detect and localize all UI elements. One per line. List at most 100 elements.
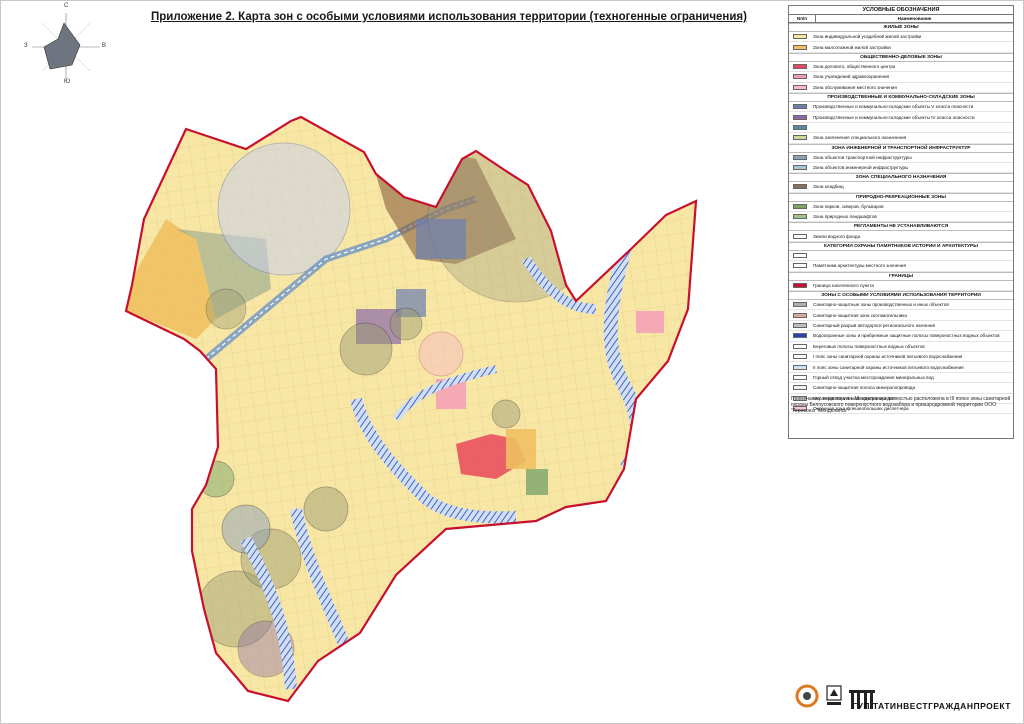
footer: ГУП ТАТИНВЕСТГРАЖДАНПРОЕКТ bbox=[791, 684, 1017, 716]
legend-item: Санитарный разрыв автодороги регионально… bbox=[789, 321, 1013, 332]
legend-body: ЖИЛЫЕ ЗОНЫ Зона индивидуальной усадебной … bbox=[789, 23, 1013, 415]
legend-swatch bbox=[793, 124, 807, 130]
legend-swatch bbox=[793, 333, 807, 339]
legend-swatch bbox=[793, 302, 807, 308]
compass-east-label: В bbox=[102, 43, 107, 49]
legend-swatch bbox=[793, 74, 807, 80]
legend-item-label: Памятники архитектуры местного значения bbox=[813, 263, 906, 269]
legend-item: Зона парков, скверов, бульваров bbox=[789, 202, 1013, 213]
legend-item: Санитарно-защитная зона скотомогильника bbox=[789, 310, 1013, 321]
wind-rose-icon bbox=[32, 13, 100, 81]
compass-west-label: З bbox=[24, 43, 28, 49]
ukas-logo bbox=[825, 684, 843, 714]
legend-section-title: ЗОНЫ С ОСОБЫМИ УСЛОВИЯМИ ИСПОЛЬЗОВАНИЯ Т… bbox=[789, 291, 1013, 301]
compass-north-label: С bbox=[64, 3, 69, 9]
legend-swatch bbox=[793, 114, 807, 120]
legend-swatch bbox=[793, 282, 807, 288]
legend-section-title: РЕГЛАМЕНТЫ НЕ УСТАНАВЛИВАЮТСЯ bbox=[789, 222, 1013, 232]
legend-item: Зона кладбищ bbox=[789, 182, 1013, 193]
industrial-block bbox=[416, 219, 466, 259]
legend-swatch bbox=[793, 385, 807, 391]
legend-swatch bbox=[793, 374, 807, 380]
legend-item-label: Зона обслуживания местного значения bbox=[813, 84, 897, 90]
legend-swatch bbox=[793, 233, 807, 239]
legend-header: УСЛОВНЫЕ ОБОЗНАЧЕНИЯ bbox=[789, 6, 1013, 15]
legend-item-label: Зона парков, скверов, бульваров bbox=[813, 203, 884, 209]
legend-columns: Nп/п Наименование bbox=[789, 15, 1013, 23]
compass-rose: С Ю З В bbox=[24, 3, 107, 85]
legend-item bbox=[789, 251, 1013, 262]
organization-name: ГУП ТАТИНВЕСТГРАЖДАНПРОЕКТ bbox=[852, 701, 1011, 711]
legend-item-label: Береговые полосы поверхностных водных об… bbox=[813, 343, 925, 349]
legend-item-label: Зона индивидуальной усадебной жилой заст… bbox=[813, 34, 922, 40]
legend-item: Зона озеленения специального назначения bbox=[789, 133, 1013, 144]
legend-item-label: Зона озеленения специального назначения bbox=[813, 135, 907, 141]
legend-section-title: ГРАНИЦЫ bbox=[789, 271, 1013, 281]
sanitary-zone-circle bbox=[427, 125, 605, 303]
legend-item-label: Санитарно-защитные зоны производственных… bbox=[813, 302, 949, 308]
legend-item: Производственные и коммунально-складские… bbox=[789, 112, 1013, 123]
legend-section-title: КАТЕГОРИИ ОХРАНЫ ПАМЯТНИКОВ ИСТОРИИ И АР… bbox=[789, 241, 1013, 251]
legend-item: Зона делового, общественного центра bbox=[789, 62, 1013, 73]
legend-swatch bbox=[793, 323, 807, 328]
legend-swatch bbox=[793, 34, 807, 40]
sgs-logo bbox=[793, 684, 821, 714]
park-zone bbox=[526, 469, 548, 495]
health-zone bbox=[636, 311, 664, 333]
legend-item: Береговые полосы поверхностных водных об… bbox=[789, 342, 1013, 352]
map-note: Примечание: территория г. Менделинска по… bbox=[791, 396, 1011, 415]
legend-swatch bbox=[793, 84, 807, 90]
legend-item: Памятники архитектуры местного значения bbox=[789, 261, 1013, 272]
compass-south-label: Ю bbox=[64, 79, 71, 85]
legend-item: Санитарно-защитная полоса минералопровод… bbox=[789, 383, 1013, 394]
legend-swatch bbox=[793, 214, 807, 220]
legend-item-label: Горный отвод участка месторождения минер… bbox=[813, 374, 934, 380]
legend-section-title: ЗОНА СПЕЦИАЛЬНОГО НАЗНАЧЕНИЯ bbox=[789, 173, 1013, 183]
legend-item-label: Граница населенного пункта bbox=[813, 282, 874, 288]
legend-section-title: ПРОИЗВОДСТВЕННЫЕ И КОММУНАЛЬНО-СКЛАДСКИЕ… bbox=[789, 92, 1013, 102]
legend-item: Водоохранные зоны и прибрежные защитные … bbox=[789, 331, 1013, 342]
legend-swatch bbox=[793, 63, 807, 69]
legend-item-label: Санитарно-защитная зона скотомогильника bbox=[813, 312, 907, 318]
legend-section-title: ОБЩЕСТВЕННО-ДЕЛОВЫЕ ЗОНЫ bbox=[789, 52, 1013, 62]
map-legend: УСЛОВНЫЕ ОБОЗНАЧЕНИЯ Nп/п Наименование Ж… bbox=[788, 5, 1014, 439]
legend-item-label: I пояс зоны санитарной охраны источников… bbox=[813, 354, 963, 360]
legend-swatch bbox=[793, 184, 807, 190]
legend-item: I пояс зоны санитарной охраны источников… bbox=[789, 352, 1013, 363]
legend-item-label: Производственные и коммунально-складские… bbox=[813, 114, 975, 120]
map-canvas[interactable] bbox=[96, 89, 786, 709]
legend-swatch bbox=[793, 44, 807, 50]
legend-section-title: ЖИЛЫЕ ЗОНЫ bbox=[789, 23, 1013, 32]
legend-item-label: Земли водного фонда bbox=[813, 233, 861, 239]
legend-swatch bbox=[793, 135, 807, 141]
legend-item: Зона природных ландшафтов bbox=[789, 212, 1013, 223]
legend-swatch bbox=[793, 104, 807, 110]
legend-item-label: Зона объектов инженерной инфраструктуры bbox=[813, 165, 909, 171]
legend-item-label: Зона учреждений здравоохранения bbox=[813, 74, 890, 80]
legend-section-title: ЗОНА ИНЖЕНЕРНОЙ И ТРАНСПОРТНОЙ ИНФРАСТРУ… bbox=[789, 143, 1013, 153]
legend-swatch bbox=[793, 312, 807, 318]
legend-swatch bbox=[793, 354, 807, 360]
legend-item: Зона обслуживания местного значения bbox=[789, 83, 1013, 93]
legend-item-label: Зона делового, общественного центра bbox=[813, 63, 896, 69]
legend-swatch bbox=[793, 343, 807, 349]
legend-item-label: Зона объектов транспортной инфраструктур… bbox=[813, 154, 912, 160]
legend-swatch bbox=[793, 154, 807, 160]
legend-item: Санитарно-защитные зоны производственных… bbox=[789, 300, 1013, 311]
legend-item-label: Санитарно-защитная полоса минералопровод… bbox=[813, 385, 916, 391]
legend-item bbox=[789, 123, 1013, 134]
legend-item: Граница населенного пункта bbox=[789, 281, 1013, 292]
legend-item-label: Производственные и коммунально-складские… bbox=[813, 104, 974, 110]
legend-item: Производственные и коммунально-складские… bbox=[789, 102, 1013, 113]
legend-item-label: Зона кладбищ bbox=[813, 184, 844, 190]
legend-item-label: II пояс зоны санитарной охраны источнико… bbox=[813, 364, 964, 370]
legend-item-label: Зона малоэтажной жилой застройки bbox=[813, 44, 891, 50]
legend-swatch bbox=[793, 364, 807, 370]
legend-section-title: ПРИРОДНО-РЕКРЕАЦИОННЫЕ ЗОНЫ bbox=[789, 192, 1013, 202]
legend-swatch bbox=[793, 203, 807, 209]
legend-item: Горный отвод участка месторождения минер… bbox=[789, 373, 1013, 384]
zoning-map[interactable] bbox=[96, 89, 786, 709]
legend-item-label: Зона природных ландшафтов bbox=[813, 214, 877, 220]
legend-col-name: Наименование bbox=[897, 16, 932, 21]
legend-item: II пояс зоны санитарной охраны источнико… bbox=[789, 362, 1013, 373]
